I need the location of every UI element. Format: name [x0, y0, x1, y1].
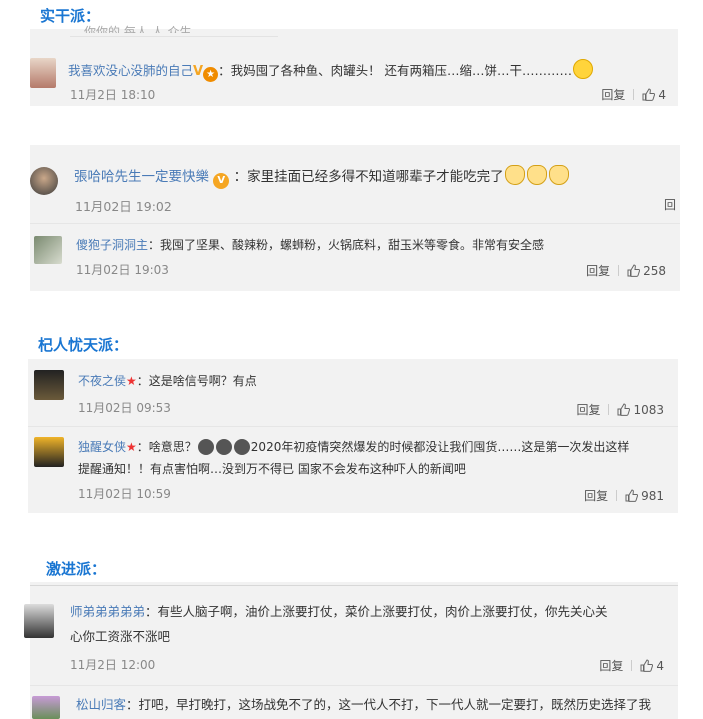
comment-text: 松山归客：打吧，早打晚打，这场战免不了的，这一代人不打，下一代人就一定要打，既然…: [76, 697, 652, 712]
reply-button[interactable]: 回复: [599, 659, 623, 673]
like-count: 4: [656, 659, 664, 673]
comment-panel-4: 师弟弟弟弟弟：有些人脑子啊，油价上涨要打仗，菜价上涨要打仗，肉价上涨要打仗，你先…: [24, 582, 678, 719]
vip-icon: ★: [203, 67, 219, 82]
comment-text: 我喜欢没心没肺的自己V ★ ：我妈囤了各种鱼、肉罐头！ 还有两箱压…缩…饼…干…………: [68, 59, 594, 82]
username-link[interactable]: 师弟弟弟弟弟: [70, 604, 145, 619]
comment-actions: 回复 4: [601, 86, 666, 103]
thumb-up-icon: [627, 264, 641, 277]
thumb-up-icon: [642, 88, 656, 101]
like-count: 4: [658, 88, 666, 102]
like-button[interactable]: 1083: [617, 403, 664, 417]
like-count: 981: [641, 489, 664, 503]
divider: [70, 36, 278, 37]
face-emoji-icon: [197, 439, 214, 455]
like-count: 1083: [633, 403, 664, 417]
section-title-worrier: 杞人忧天派：: [38, 336, 129, 354]
comment-panel-1: 你你的 每人 人 众生 我喜欢没心没肺的自己V ★ ：我妈囤了各种鱼、肉罐头！ 还有…: [30, 25, 678, 106]
cat-emoji-icon: [548, 165, 569, 185]
comment-actions: 回复 1083: [576, 401, 664, 418]
comment-time: 11月02日 19:03: [76, 263, 169, 277]
avatar[interactable]: [34, 370, 64, 400]
username-link[interactable]: 松山归客: [76, 697, 126, 712]
reply-button[interactable]: 回复: [586, 264, 610, 278]
comment-text-continued: 心你工资涨不涨吧: [70, 629, 171, 644]
laugh-emoji-icon: [573, 59, 594, 79]
comment-text: 不夜之侯★：这是啥信号啊？有点: [78, 374, 257, 388]
comment-panel-3: 不夜之侯★：这是啥信号啊？有点 11月02日 09:53 回复 1083 独醒女侠…: [28, 359, 678, 513]
like-button[interactable]: 4: [642, 88, 666, 102]
username-link[interactable]: 独醒女侠: [78, 440, 126, 454]
cat-emoji-icon: [526, 165, 547, 185]
thumb-up-icon: [640, 659, 654, 672]
comment-text: 傻狍子洞洞主：我囤了坚果、酸辣粉，螺蛳粉，火锅底料，甜玉米等零食。非常有安全感: [76, 238, 545, 252]
comment-time: 11月02日 10:59: [78, 487, 171, 501]
avatar[interactable]: [30, 167, 58, 195]
comment-text: 师弟弟弟弟弟：有些人脑子啊，油价上涨要打仗，菜价上涨要打仗，肉价上涨要打仗，你先…: [70, 604, 608, 619]
cropped-previous-comment: 你你的 每人 人 众生: [84, 25, 192, 33]
comment-panel-2: 張哈哈先生一定要快樂 V ：家里挂面已经多得不知道哪辈子才能吃完了 11月02日…: [30, 145, 680, 291]
face-emoji-icon: [233, 439, 250, 455]
username-link[interactable]: 不夜之侯: [78, 374, 126, 388]
like-button[interactable]: 258: [627, 264, 666, 278]
avatar[interactable]: [34, 437, 64, 467]
verified-icon: V: [193, 64, 204, 79]
avatar[interactable]: [34, 236, 62, 264]
face-emoji-icon: [215, 439, 232, 455]
thumb-up-icon: [625, 489, 639, 502]
reply-button[interactable]: 回复: [584, 489, 608, 503]
username-link[interactable]: 傻狍子洞洞主: [76, 238, 148, 252]
reply-button[interactable]: 回复: [601, 88, 625, 102]
username-link[interactable]: 張哈哈先生一定要快樂: [74, 169, 209, 185]
star-badge-icon: ★: [126, 374, 137, 388]
cat-emoji-icon: [504, 165, 525, 185]
avatar[interactable]: [32, 696, 60, 719]
comment-time: 11月2日 18:10: [70, 88, 156, 102]
divider: [30, 585, 678, 586]
divider: [30, 685, 678, 686]
verified-icon: V: [213, 173, 230, 189]
comment-actions: 回复 981: [584, 487, 664, 504]
comment-actions: 回复 4: [599, 657, 664, 674]
star-badge-icon: ★: [126, 440, 137, 454]
comment-actions: 回复 258: [586, 262, 666, 279]
section-title-radical: 激进派：: [46, 560, 107, 578]
comment-text: 独醒女侠★：啥意思？ 2020年初疫情突然爆发的时候都没让我们囤货……这是第一次发…: [78, 439, 630, 455]
comment-time: 11月02日 19:02: [75, 199, 172, 214]
divider: [30, 223, 680, 224]
reply-button[interactable]: 回: [664, 196, 676, 213]
like-button[interactable]: 4: [640, 659, 664, 673]
comment-text-continued: 提醒通知！！有点害怕啊…没到万不得已 国家不会发布这种吓人的新闻吧: [78, 462, 466, 476]
like-count: 258: [643, 264, 666, 278]
comment-text: 張哈哈先生一定要快樂 V ：家里挂面已经多得不知道哪辈子才能吃完了: [74, 165, 570, 189]
like-button[interactable]: 981: [625, 489, 664, 503]
divider: [28, 426, 678, 427]
comment-time: 11月2日 12:00: [70, 658, 156, 672]
reply-button[interactable]: 回复: [576, 403, 600, 417]
avatar[interactable]: [24, 604, 54, 638]
avatar[interactable]: [30, 58, 56, 88]
username-link[interactable]: 我喜欢没心没肺的自己: [68, 63, 193, 78]
comment-time: 11月02日 09:53: [78, 401, 171, 415]
thumb-up-icon: [617, 403, 631, 416]
